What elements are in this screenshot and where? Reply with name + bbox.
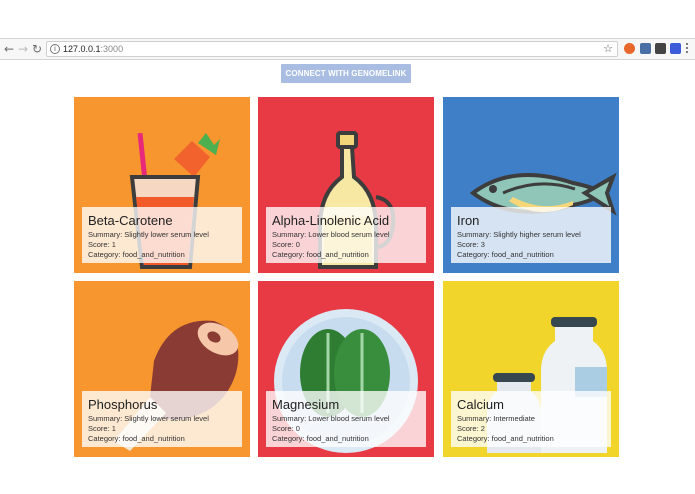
bookmark-star-icon[interactable]: ☆ <box>603 42 613 56</box>
trait-summary: Summary: Intermediate <box>457 414 535 423</box>
trait-name: Calcium <box>457 397 504 412</box>
trait-name: Magnesium <box>272 397 340 412</box>
trait-name: Alpha-Linolenic Acid <box>272 213 390 228</box>
trait-info-panel: Beta-Carotene Summary: Slightly lower se… <box>82 207 242 263</box>
trait-name: Beta-Carotene <box>88 213 173 228</box>
forward-icon[interactable]: → <box>16 42 30 56</box>
trait-summary: Summary: Slightly lower serum level <box>88 230 209 239</box>
trait-card-alpha-linolenic-acid[interactable]: Alpha-Linolenic Acid Summary: Lower bloo… <box>258 97 434 273</box>
trait-score: Score: 3 <box>457 240 485 249</box>
extension-vpn-icon[interactable] <box>670 43 681 54</box>
back-icon[interactable]: ← <box>2 42 16 56</box>
browser-toolbar: ← → ↻ i 127.0.0.1:3000 ☆ <box>0 38 695 60</box>
trait-name: Iron <box>457 213 480 228</box>
trait-category: Category: food_and_nutrition <box>457 434 554 443</box>
trait-score: Score: 0 <box>272 424 300 433</box>
browser-menu-icon[interactable] <box>686 43 689 55</box>
trait-category: Category: food_and_nutrition <box>272 250 369 259</box>
trait-summary: Summary: Slightly higher serum level <box>457 230 581 239</box>
address-bar[interactable]: i 127.0.0.1:3000 ☆ <box>46 41 618 57</box>
trait-score: Score: 1 <box>88 424 116 433</box>
extension-orange-icon[interactable] <box>624 43 635 54</box>
trait-info-panel: Iron Summary: Slightly higher serum leve… <box>451 207 611 263</box>
trait-info-panel: Alpha-Linolenic Acid Summary: Lower bloo… <box>266 207 426 263</box>
trait-summary: Summary: Slightly lower serum level <box>88 414 209 423</box>
trait-category: Category: food_and_nutrition <box>457 250 554 259</box>
trait-info-panel: Magnesium Summary: Lower blood serum lev… <box>266 391 426 447</box>
url-text: 127.0.0.1:3000 <box>63 43 123 55</box>
extension-blue-icon[interactable] <box>640 43 651 54</box>
reload-icon[interactable]: ↻ <box>30 42 44 56</box>
trait-card-magnesium[interactable]: Magnesium Summary: Lower blood serum lev… <box>258 281 434 457</box>
trait-info-panel: Calcium Summary: Intermediate Score: 2 C… <box>451 391 611 447</box>
info-icon[interactable]: i <box>50 44 60 54</box>
trait-category: Category: food_and_nutrition <box>88 434 185 443</box>
url-port: :3000 <box>100 44 124 54</box>
trait-name: Phosphorus <box>88 397 158 412</box>
trait-summary: Summary: Lower blood serum level <box>272 414 390 423</box>
trait-card-phosphorus[interactable]: Phosphorus Summary: Slightly lower serum… <box>74 281 250 457</box>
trait-summary: Summary: Lower blood serum level <box>272 230 390 239</box>
trait-card-beta-carotene[interactable]: Beta-Carotene Summary: Slightly lower se… <box>74 97 250 273</box>
trait-score: Score: 1 <box>88 240 116 249</box>
trait-score: Score: 2 <box>457 424 485 433</box>
trait-card-iron[interactable]: Iron Summary: Slightly higher serum leve… <box>443 97 619 273</box>
browser-tab-strip <box>0 0 695 38</box>
trait-info-panel: Phosphorus Summary: Slightly lower serum… <box>82 391 242 447</box>
extension-dark-icon[interactable] <box>655 43 666 54</box>
trait-category: Category: food_and_nutrition <box>88 250 185 259</box>
trait-score: Score: 0 <box>272 240 300 249</box>
trait-card-calcium[interactable]: Calcium Summary: Intermediate Score: 2 C… <box>443 281 619 457</box>
url-host: 127.0.0.1 <box>63 44 101 54</box>
trait-category: Category: food_and_nutrition <box>272 434 369 443</box>
connect-genomelink-button[interactable]: CONNECT WITH GENOMELINK <box>281 64 411 83</box>
